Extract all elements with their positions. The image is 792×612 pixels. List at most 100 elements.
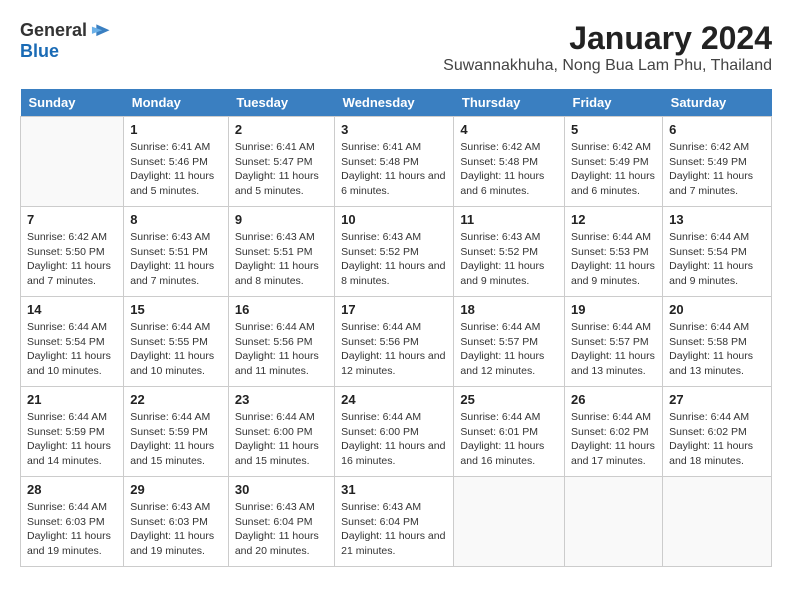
calendar-day-cell: 5 Sunrise: 6:42 AMSunset: 5:49 PMDaylight… xyxy=(565,117,663,207)
calendar-day-cell: 23 Sunrise: 6:44 AMSunset: 6:00 PMDayligh… xyxy=(228,387,334,477)
calendar-day-cell xyxy=(565,477,663,567)
day-info: Sunrise: 6:44 AMSunset: 5:55 PMDaylight:… xyxy=(130,320,222,379)
calendar-day-cell: 12 Sunrise: 6:44 AMSunset: 5:53 PMDayligh… xyxy=(565,207,663,297)
calendar-day-cell: 7 Sunrise: 6:42 AMSunset: 5:50 PMDaylight… xyxy=(21,207,124,297)
calendar-week-row: 1 Sunrise: 6:41 AMSunset: 5:46 PMDaylight… xyxy=(21,117,772,207)
day-number: 18 xyxy=(460,302,558,317)
calendar-day-cell: 27 Sunrise: 6:44 AMSunset: 6:02 PMDayligh… xyxy=(663,387,772,477)
day-info: Sunrise: 6:42 AMSunset: 5:50 PMDaylight:… xyxy=(27,230,117,289)
day-number: 2 xyxy=(235,122,328,137)
day-info: Sunrise: 6:43 AMSunset: 5:52 PMDaylight:… xyxy=(460,230,558,289)
day-info: Sunrise: 6:43 AMSunset: 6:03 PMDaylight:… xyxy=(130,500,222,559)
day-info: Sunrise: 6:41 AMSunset: 5:46 PMDaylight:… xyxy=(130,140,222,199)
day-info: Sunrise: 6:44 AMSunset: 6:00 PMDaylight:… xyxy=(235,410,328,469)
day-number: 29 xyxy=(130,482,222,497)
calendar-day-cell: 30 Sunrise: 6:43 AMSunset: 6:04 PMDayligh… xyxy=(228,477,334,567)
main-title: January 2024 xyxy=(443,20,772,57)
calendar-day-cell: 15 Sunrise: 6:44 AMSunset: 5:55 PMDayligh… xyxy=(124,297,229,387)
day-info: Sunrise: 6:44 AMSunset: 5:59 PMDaylight:… xyxy=(130,410,222,469)
header-friday: Friday xyxy=(565,89,663,117)
calendar-day-cell: 11 Sunrise: 6:43 AMSunset: 5:52 PMDayligh… xyxy=(454,207,565,297)
weekday-header-row: Sunday Monday Tuesday Wednesday Thursday… xyxy=(21,89,772,117)
day-info: Sunrise: 6:44 AMSunset: 6:00 PMDaylight:… xyxy=(341,410,447,469)
day-info: Sunrise: 6:43 AMSunset: 6:04 PMDaylight:… xyxy=(235,500,328,559)
logo-general: General xyxy=(20,21,87,41)
day-number: 14 xyxy=(27,302,117,317)
day-number: 27 xyxy=(669,392,765,407)
calendar-day-cell: 13Sunrise: 6:44 AMSunset: 5:54 PMDayligh… xyxy=(663,207,772,297)
logo-blue: Blue xyxy=(20,41,59,61)
day-number: 16 xyxy=(235,302,328,317)
calendar-day-cell: 6Sunrise: 6:42 AMSunset: 5:49 PMDaylight… xyxy=(663,117,772,207)
day-info: Sunrise: 6:42 AMSunset: 5:49 PMDaylight:… xyxy=(571,140,656,199)
calendar-day-cell: 24 Sunrise: 6:44 AMSunset: 6:00 PMDayligh… xyxy=(335,387,454,477)
header-saturday: Saturday xyxy=(663,89,772,117)
day-info: Sunrise: 6:44 AMSunset: 5:53 PMDaylight:… xyxy=(571,230,656,289)
calendar-day-cell: 14 Sunrise: 6:44 AMSunset: 5:54 PMDayligh… xyxy=(21,297,124,387)
day-info: Sunrise: 6:42 AMSunset: 5:49 PMDaylight:… xyxy=(669,140,765,199)
day-info: Sunrise: 6:44 AMSunset: 6:03 PMDaylight:… xyxy=(27,500,117,559)
day-number: 25 xyxy=(460,392,558,407)
day-number: 22 xyxy=(130,392,222,407)
day-number: 23 xyxy=(235,392,328,407)
day-info: Sunrise: 6:44 AMSunset: 5:59 PMDaylight:… xyxy=(27,410,117,469)
day-number: 30 xyxy=(235,482,328,497)
calendar-day-cell: 29 Sunrise: 6:43 AMSunset: 6:03 PMDayligh… xyxy=(124,477,229,567)
calendar-day-cell: 26Sunrise: 6:44 AMSunset: 6:02 PMDayligh… xyxy=(565,387,663,477)
day-number: 20 xyxy=(669,302,765,317)
calendar-day-cell: 8Sunrise: 6:43 AMSunset: 5:51 PMDaylight… xyxy=(124,207,229,297)
header-wednesday: Wednesday xyxy=(335,89,454,117)
header-monday: Monday xyxy=(124,89,229,117)
logo: General Blue xyxy=(20,20,111,62)
calendar-day-cell: 19 Sunrise: 6:44 AMSunset: 5:57 PMDayligh… xyxy=(565,297,663,387)
day-info: Sunrise: 6:44 AMSunset: 5:57 PMDaylight:… xyxy=(460,320,558,379)
day-number: 19 xyxy=(571,302,656,317)
day-number: 8 xyxy=(130,212,222,227)
day-number: 5 xyxy=(571,122,656,137)
calendar-day-cell: 25 Sunrise: 6:44 AMSunset: 6:01 PMDayligh… xyxy=(454,387,565,477)
day-info: Sunrise: 6:44 AMSunset: 5:56 PMDaylight:… xyxy=(341,320,447,379)
calendar-week-row: 21 Sunrise: 6:44 AMSunset: 5:59 PMDayligh… xyxy=(21,387,772,477)
calendar-day-cell: 3Sunrise: 6:41 AMSunset: 5:48 PMDaylight… xyxy=(335,117,454,207)
day-info: Sunrise: 6:41 AMSunset: 5:48 PMDaylight:… xyxy=(341,140,447,199)
day-number: 4 xyxy=(460,122,558,137)
header-thursday: Thursday xyxy=(454,89,565,117)
day-info: Sunrise: 6:44 AMSunset: 5:54 PMDaylight:… xyxy=(27,320,117,379)
day-info: Sunrise: 6:44 AMSunset: 6:01 PMDaylight:… xyxy=(460,410,558,469)
day-number: 28 xyxy=(27,482,117,497)
day-info: Sunrise: 6:44 AMSunset: 5:57 PMDaylight:… xyxy=(571,320,656,379)
calendar-day-cell: 10Sunrise: 6:43 AMSunset: 5:52 PMDayligh… xyxy=(335,207,454,297)
calendar-day-cell: 9 Sunrise: 6:43 AMSunset: 5:51 PMDaylight… xyxy=(228,207,334,297)
day-info: Sunrise: 6:43 AMSunset: 5:52 PMDaylight:… xyxy=(341,230,447,289)
day-info: Sunrise: 6:44 AMSunset: 5:56 PMDaylight:… xyxy=(235,320,328,379)
calendar-day-cell: 17 Sunrise: 6:44 AMSunset: 5:56 PMDayligh… xyxy=(335,297,454,387)
title-section: January 2024 Suwannakhuha, Nong Bua Lam … xyxy=(443,20,772,75)
day-info: Sunrise: 6:44 AMSunset: 6:02 PMDaylight:… xyxy=(669,410,765,469)
day-number: 9 xyxy=(235,212,328,227)
day-info: Sunrise: 6:41 AMSunset: 5:47 PMDaylight:… xyxy=(235,140,328,199)
calendar-day-cell: 20 Sunrise: 6:44 AMSunset: 5:58 PMDayligh… xyxy=(663,297,772,387)
calendar-day-cell: 28 Sunrise: 6:44 AMSunset: 6:03 PMDayligh… xyxy=(21,477,124,567)
subtitle: Suwannakhuha, Nong Bua Lam Phu, Thailand xyxy=(443,57,772,75)
day-info: Sunrise: 6:43 AMSunset: 5:51 PMDaylight:… xyxy=(235,230,328,289)
day-info: Sunrise: 6:44 AMSunset: 5:58 PMDaylight:… xyxy=(669,320,765,379)
day-number: 7 xyxy=(27,212,117,227)
calendar-day-cell: 4Sunrise: 6:42 AMSunset: 5:48 PMDaylight… xyxy=(454,117,565,207)
calendar-day-cell: 21 Sunrise: 6:44 AMSunset: 5:59 PMDayligh… xyxy=(21,387,124,477)
day-number: 21 xyxy=(27,392,117,407)
day-number: 13 xyxy=(669,212,765,227)
day-number: 15 xyxy=(130,302,222,317)
day-number: 26 xyxy=(571,392,656,407)
day-number: 1 xyxy=(130,122,222,137)
calendar-day-cell xyxy=(454,477,565,567)
day-number: 17 xyxy=(341,302,447,317)
day-number: 11 xyxy=(460,212,558,227)
day-number: 12 xyxy=(571,212,656,227)
day-number: 24 xyxy=(341,392,447,407)
calendar-day-cell: 22 Sunrise: 6:44 AMSunset: 5:59 PMDayligh… xyxy=(124,387,229,477)
calendar-day-cell: 1 Sunrise: 6:41 AMSunset: 5:46 PMDaylight… xyxy=(124,117,229,207)
day-info: Sunrise: 6:43 AMSunset: 6:04 PMDaylight:… xyxy=(341,500,447,559)
day-number: 31 xyxy=(341,482,447,497)
header-tuesday: Tuesday xyxy=(228,89,334,117)
calendar-day-cell xyxy=(663,477,772,567)
